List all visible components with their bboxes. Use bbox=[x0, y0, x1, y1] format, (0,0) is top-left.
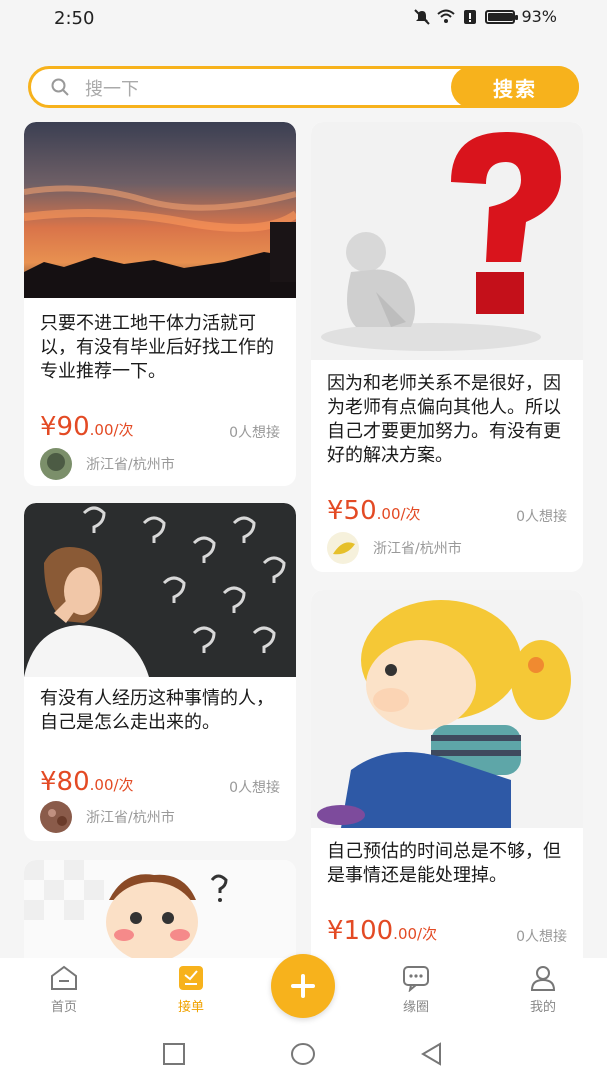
post-image-cartoon-boy bbox=[24, 860, 296, 970]
nav-label: 我的 bbox=[529, 1000, 556, 1015]
nav-circle[interactable]: 缘圈 bbox=[376, 964, 456, 1015]
post-card[interactable]: 只要不进工地干体力活就可以，有没有毕业后好找工作的专业推荐一下。 ¥90.00/… bbox=[24, 122, 296, 486]
user-icon bbox=[530, 966, 556, 991]
avatar bbox=[40, 448, 72, 480]
search-button[interactable]: 搜索 bbox=[451, 66, 579, 108]
post-price: ¥100.00/次 bbox=[327, 916, 438, 946]
location: 浙江省/杭州市 bbox=[40, 801, 175, 833]
mute-bell-icon bbox=[414, 8, 431, 25]
wifi-icon bbox=[437, 9, 456, 23]
avatar bbox=[40, 801, 72, 833]
status-time: 2:50 bbox=[54, 8, 95, 29]
nav-label: 首页 bbox=[50, 1000, 77, 1015]
search-bar: 搜索 bbox=[28, 66, 579, 108]
notification-icon bbox=[464, 9, 477, 24]
location: 浙江省/杭州市 bbox=[327, 532, 462, 564]
post-title: 因为和老师关系不是很好，因为老师有点偏向其他人。所以自己才要更加努力。有没有更好… bbox=[327, 373, 561, 466]
post-card[interactable] bbox=[24, 860, 296, 970]
post-title: 只要不进工地干体力活就可以，有没有毕业后好找工作的专业推荐一下。 bbox=[40, 313, 274, 382]
want-count: 0人想接 bbox=[516, 929, 567, 945]
system-nav-bar bbox=[0, 1028, 607, 1080]
want-count: 0人想接 bbox=[229, 780, 280, 796]
recent-apps-icon[interactable] bbox=[162, 1042, 186, 1066]
post-card[interactable]: 因为和老师关系不是很好，因为老师有点偏向其他人。所以自己才要更加努力。有没有更好… bbox=[311, 122, 583, 572]
post-title: 自己预估的时间总是不够，但是事情还是能处理掉。 bbox=[327, 841, 561, 886]
battery-icon bbox=[485, 9, 519, 24]
nav-profile[interactable]: 我的 bbox=[503, 964, 583, 1015]
back-icon[interactable] bbox=[420, 1042, 444, 1066]
post-image-sunset bbox=[24, 122, 296, 298]
battery-percent: 93% bbox=[521, 7, 557, 26]
post-price: ¥90.00/次 bbox=[40, 412, 134, 442]
post-card[interactable]: 自己预估的时间总是不够，但是事情还是能处理掉。 ¥100.00/次 0人想接 bbox=[311, 590, 583, 970]
search-icon bbox=[51, 78, 69, 96]
home-icon bbox=[51, 965, 77, 990]
post-title: 有没有人经历这种事情的人，自己是怎么走出来的。 bbox=[40, 688, 274, 733]
add-button[interactable] bbox=[271, 954, 335, 1018]
nav-label: 接单 bbox=[177, 1000, 204, 1015]
post-image-thinking-woman bbox=[24, 503, 296, 677]
status-bar: 2:50 93% bbox=[0, 0, 607, 36]
plus-icon bbox=[291, 974, 315, 998]
nav-home[interactable]: 首页 bbox=[24, 964, 104, 1015]
nav-orders[interactable]: 接单 bbox=[151, 964, 231, 1015]
bottom-nav: 首页 接单 缘圈 我的 bbox=[0, 954, 607, 1028]
location: 浙江省/杭州市 bbox=[40, 448, 175, 480]
post-image-question-mark bbox=[311, 122, 583, 360]
search-input[interactable] bbox=[83, 75, 447, 103]
nav-label: 缘圈 bbox=[402, 1000, 429, 1015]
post-image-cartoon-girl bbox=[311, 590, 583, 828]
avatar bbox=[327, 532, 359, 564]
post-price: ¥50.00/次 bbox=[327, 496, 421, 526]
want-count: 0人想接 bbox=[229, 425, 280, 441]
post-card[interactable]: 有没有人经历这种事情的人，自己是怎么走出来的。 ¥80.00/次 0人想接 浙江… bbox=[24, 503, 296, 841]
home-circle-icon[interactable] bbox=[290, 1042, 316, 1066]
post-price: ¥80.00/次 bbox=[40, 767, 134, 797]
chat-icon bbox=[403, 966, 429, 992]
order-icon bbox=[179, 966, 203, 990]
want-count: 0人想接 bbox=[516, 509, 567, 525]
